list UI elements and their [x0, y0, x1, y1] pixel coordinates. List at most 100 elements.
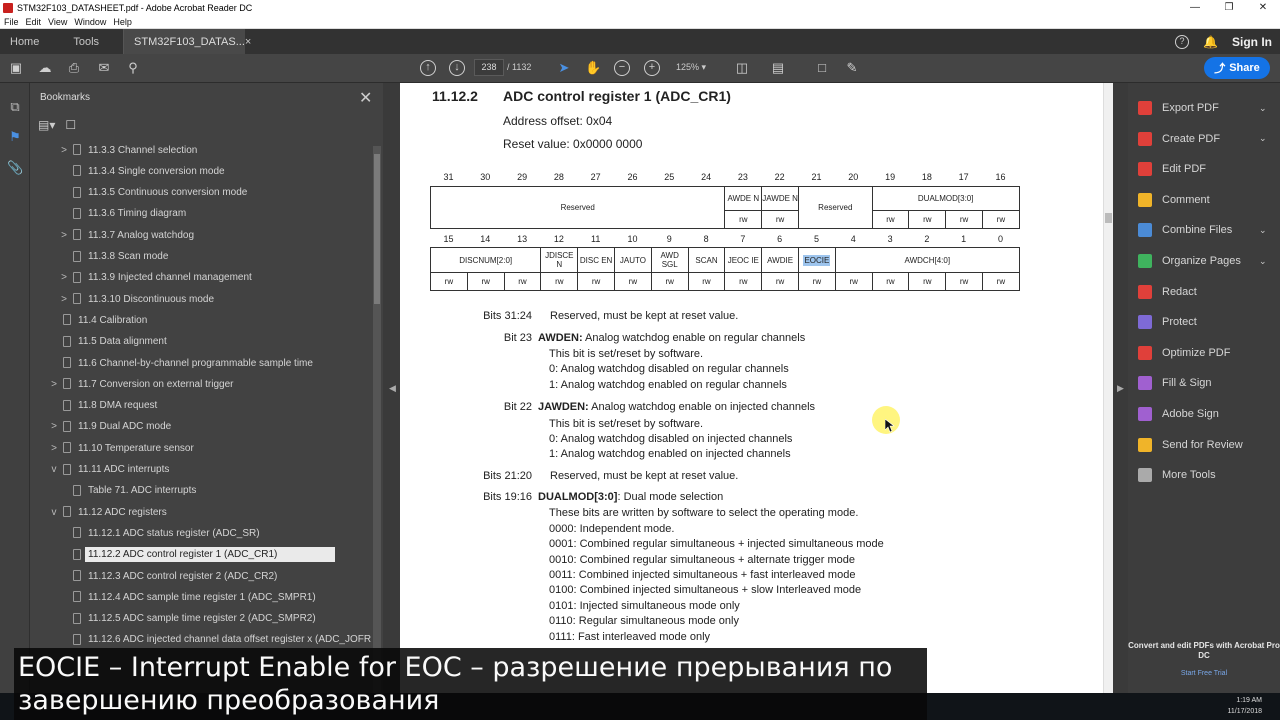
document-scrollbar[interactable]	[1103, 83, 1113, 693]
bookmark-item[interactable]: 11.12.1 ADC status register (ADC_SR)	[30, 523, 371, 543]
bookmark-icon[interactable]: ⚑	[7, 129, 23, 145]
bookmark-item[interactable]: 11.12.2 ADC control register 1 (ADC_CR1)	[30, 545, 371, 565]
tool-item[interactable]: Redact	[1138, 282, 1197, 302]
doc-scroll-thumb[interactable]	[1105, 213, 1112, 223]
bookmark-item[interactable]: 11.3.6 Timing diagram	[30, 204, 371, 224]
chevron-down-icon[interactable]: v	[49, 464, 59, 475]
page-up-icon[interactable]: ↑	[420, 60, 436, 76]
bookmark-item[interactable]: Table 71. ADC interrupts	[30, 481, 371, 501]
rw-cell: rw	[982, 210, 1020, 229]
menu-window[interactable]: Window	[74, 17, 106, 27]
bookmark-item[interactable]: v 11.12 ADC registers	[30, 502, 371, 522]
share-button[interactable]: ⤴ Share	[1204, 57, 1270, 79]
close-window-button[interactable]: ✕	[1246, 0, 1280, 16]
print-icon[interactable]: ⎙	[66, 60, 82, 76]
menu-view[interactable]: View	[48, 17, 67, 27]
bookmark-item[interactable]: 11.3.4 Single conversion mode	[30, 161, 371, 181]
collapse-right-icon[interactable]: ▶	[1117, 383, 1124, 394]
zoom-level[interactable]: 125% ▾	[676, 62, 706, 73]
menu-edit[interactable]: Edit	[26, 17, 42, 27]
highlight-pen-icon[interactable]: ✎	[844, 60, 860, 76]
chevron-right-icon[interactable]: >	[49, 443, 59, 454]
bookmark-item[interactable]: >11.9 Dual ADC mode	[30, 417, 371, 437]
comment-icon[interactable]: □	[814, 60, 830, 76]
hand-tool-icon[interactable]: ✋	[585, 60, 601, 76]
tab-close-icon[interactable]: ×	[245, 36, 251, 48]
chevron-right-icon[interactable]: >	[59, 145, 69, 156]
attachment-icon[interactable]: 📎	[7, 160, 23, 176]
tool-item[interactable]: Comment	[1138, 190, 1210, 210]
bookmark-item[interactable]: v 11.11 ADC interrupts	[30, 460, 371, 480]
bookmark-item[interactable]: 11.6 Channel-by-channel programmable sam…	[30, 353, 371, 373]
bookmark-item[interactable]: >11.3.7 Analog watchdog	[30, 225, 371, 245]
tool-item[interactable]: Adobe Sign	[1138, 404, 1219, 424]
collapse-left-icon[interactable]: ◀	[389, 383, 396, 394]
zoom-in-icon[interactable]: +	[644, 60, 660, 76]
select-tool-icon[interactable]: ➤	[556, 60, 572, 76]
maximize-button[interactable]: ❐	[1212, 0, 1246, 16]
email-icon[interactable]: ✉	[96, 60, 112, 76]
pages-icon[interactable]: ⧉	[7, 99, 23, 115]
system-clock[interactable]: 1:19 AM 11/17/2018	[1227, 695, 1262, 717]
bookmark-item[interactable]: 11.3.8 Scan mode	[30, 247, 371, 267]
chevron-down-icon[interactable]: v	[49, 507, 59, 518]
search-icon[interactable]: ⚲	[125, 60, 141, 76]
save-icon[interactable]: ▣	[8, 60, 24, 76]
tool-item[interactable]: Export PDF ⌄	[1138, 98, 1267, 118]
bookmark-options-icon[interactable]: ▤▾	[38, 118, 55, 132]
chevron-right-icon[interactable]: >	[59, 230, 69, 241]
sign-in-button[interactable]: Sign In	[1232, 35, 1272, 49]
page-number-input[interactable]: 238	[474, 59, 504, 76]
upload-cloud-icon[interactable]: ☁	[37, 60, 53, 76]
tools-splitter[interactable]: ▶	[1113, 83, 1128, 693]
bookmark-item[interactable]: >11.10 Temperature sensor	[30, 438, 371, 458]
fit-page-icon[interactable]: ◫	[734, 60, 750, 76]
tool-item[interactable]: Protect	[1138, 312, 1197, 332]
bookmark-item[interactable]: 11.5 Data alignment	[30, 332, 371, 352]
bookmark-item[interactable]: 11.12.4 ADC sample time register 1 (ADC_…	[30, 587, 371, 607]
panel-splitter[interactable]: ◀	[383, 83, 401, 693]
chevron-right-icon[interactable]: >	[59, 272, 69, 283]
bookmark-item[interactable]: 11.8 DMA request	[30, 396, 371, 416]
tool-item[interactable]: Organize Pages ⌄	[1138, 251, 1267, 271]
page-down-icon[interactable]: ↓	[449, 60, 465, 76]
free-trial-link[interactable]: Start Free Trial	[1128, 670, 1280, 677]
minimize-button[interactable]: —	[1178, 0, 1212, 16]
tool-item[interactable]: Combine Files ⌄	[1138, 220, 1267, 240]
chevron-down-icon[interactable]: ⌄	[1259, 225, 1267, 236]
bell-icon[interactable]: 🔔	[1203, 35, 1218, 49]
zoom-out-icon[interactable]: −	[614, 60, 630, 76]
scroll-mode-icon[interactable]: ▤	[770, 60, 786, 76]
chevron-right-icon[interactable]: >	[59, 294, 69, 305]
chevron-right-icon[interactable]: >	[49, 421, 59, 432]
tab-tools[interactable]: Tools	[49, 29, 123, 54]
tool-item[interactable]: Optimize PDF	[1138, 343, 1230, 363]
chevron-down-icon[interactable]: ⌄	[1259, 133, 1267, 144]
bookmark-item[interactable]: >11.3.3 Channel selection	[30, 140, 371, 160]
scroll-thumb[interactable]	[374, 154, 380, 304]
bookmarks-scrollbar[interactable]	[373, 146, 381, 694]
bookmark-item[interactable]: 11.12.3 ADC control register 2 (ADC_CR2)	[30, 566, 371, 586]
tab-home[interactable]: Home	[0, 29, 49, 54]
bookmark-item[interactable]: 11.4 Calibration	[30, 310, 371, 330]
chevron-right-icon[interactable]: >	[49, 379, 59, 390]
bookmark-item[interactable]: >11.7 Conversion on external trigger	[30, 374, 371, 394]
bookmark-item[interactable]: >11.3.10 Discontinuous mode	[30, 289, 371, 309]
chevron-down-icon[interactable]: ⌄	[1259, 103, 1267, 114]
tab-document[interactable]: STM32F103_DATAS... ×	[123, 29, 251, 54]
bookmark-item[interactable]: 11.12.6 ADC injected channel data offset…	[30, 630, 371, 650]
tool-item[interactable]: Edit PDF	[1138, 159, 1206, 179]
tool-item[interactable]: Send for Review	[1138, 435, 1243, 455]
help-icon[interactable]: ?	[1175, 34, 1190, 49]
menu-file[interactable]: File	[4, 17, 19, 27]
menu-help[interactable]: Help	[113, 17, 132, 27]
close-panel-icon[interactable]: ✕	[359, 88, 372, 108]
tool-item[interactable]: More Tools	[1138, 465, 1216, 485]
tool-item[interactable]: Create PDF ⌄	[1138, 129, 1267, 149]
tool-item[interactable]: Fill & Sign	[1138, 373, 1212, 393]
new-bookmark-icon[interactable]: ☐	[65, 118, 76, 132]
bookmark-item[interactable]: >11.3.9 Injected channel management	[30, 268, 371, 288]
bookmark-item[interactable]: 11.3.5 Continuous conversion mode	[30, 183, 371, 203]
bookmark-item[interactable]: 11.12.5 ADC sample time register 2 (ADC_…	[30, 609, 371, 629]
chevron-down-icon[interactable]: ⌄	[1259, 256, 1267, 267]
